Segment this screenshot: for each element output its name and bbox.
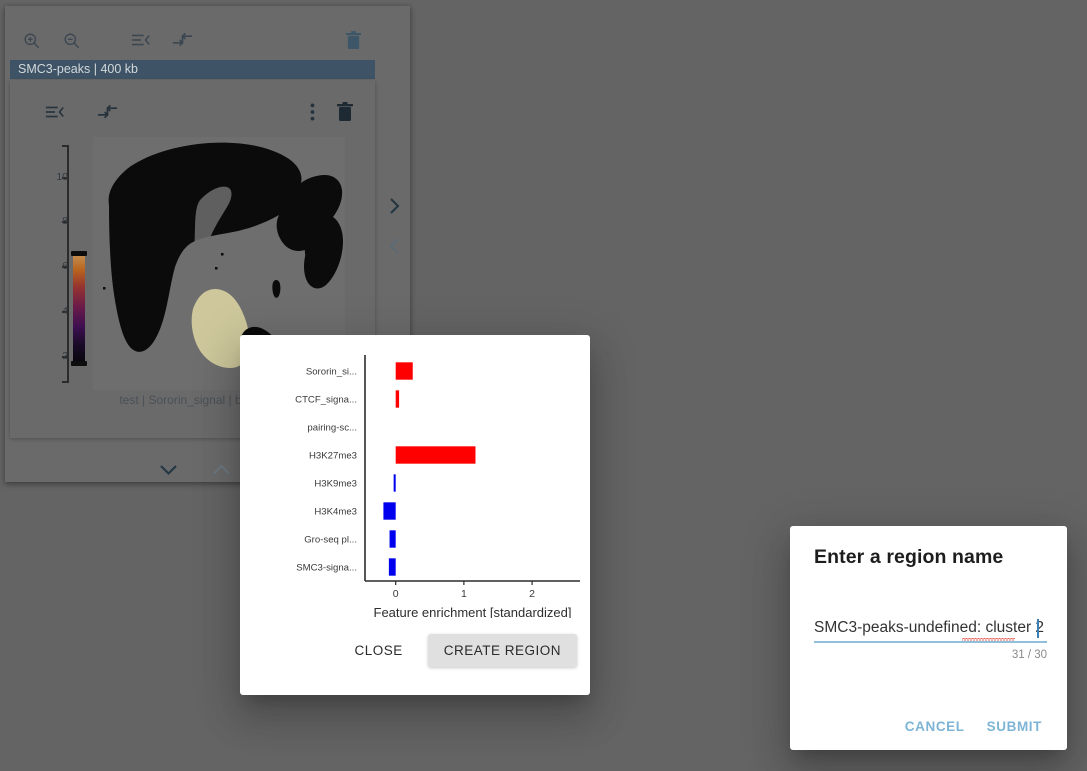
previous-chevron-icon[interactable] [381, 232, 409, 260]
input-underline [814, 641, 1047, 643]
submit-button[interactable]: SUBMIT [976, 711, 1053, 742]
y-tick-label: 6 [62, 260, 68, 272]
bar-chart-svg: Sororin_si... CTCF_signa... pairing-sc... H… [295, 355, 580, 618]
zoom-out-icon[interactable] [56, 25, 86, 55]
outer-toolbar [5, 6, 410, 53]
y-tick-label-wrap: 8 [30, 215, 68, 227]
y-tick-label: 4 [62, 305, 68, 317]
create-region-button[interactable]: CREATE REGION [427, 633, 577, 667]
chart-dialog-actions: CLOSE CREATE REGION [240, 623, 590, 677]
category-label: Sororin_si... [306, 367, 357, 378]
panel-title: SMC3-peaks | 400 kb [10, 60, 375, 79]
y-tick-label-wrap: 4 [30, 305, 68, 317]
cancel-button[interactable]: CANCEL [894, 711, 976, 742]
y-tick-label: 10 [56, 171, 68, 183]
y-axis-cap-bottom [62, 381, 69, 383]
scroll-up-chevron-icon[interactable] [206, 455, 236, 485]
category-label: pairing-sc... [307, 423, 357, 434]
category-label: H3K4me3 [314, 507, 357, 518]
x-tick-label: 2 [529, 588, 535, 600]
category-label: SMC3-signa... [296, 563, 357, 574]
region-name-dialog: Enter a region name 31 / 30 CANCEL SUBMI… [790, 526, 1067, 750]
feature-enrichment-chart: Sororin_si... CTCF_signa... pairing-sc... H… [240, 343, 590, 618]
category-label: H3K27me3 [309, 451, 357, 462]
bar [395, 390, 400, 408]
delete-icon[interactable] [338, 25, 368, 55]
screen-root: SMC3-peaks | 400 kb 10 8 6 4 2 test | So… [0, 0, 1087, 771]
y-tick-label: 8 [62, 215, 68, 227]
more-options-icon[interactable] [297, 97, 327, 127]
category-label: Gro-seq pl... [304, 535, 357, 546]
bar [395, 446, 476, 464]
y-tick-label: 2 [62, 350, 68, 362]
zoom-in-icon[interactable] [16, 25, 46, 55]
y-tick-label-wrap: 6 [30, 260, 68, 272]
y-tick-label-wrap: 2 [30, 350, 68, 362]
dialog-title: Enter a region name [814, 546, 1004, 568]
bar [383, 502, 396, 520]
feature-enrichment-dialog: Sororin_si... CTCF_signa... pairing-sc... H… [240, 335, 590, 695]
x-axis-label: Feature enrichment [standardized] [374, 605, 572, 618]
y-tick-label-wrap: 10 [30, 171, 68, 183]
scroll-down-chevron-icon[interactable] [153, 455, 183, 485]
color-scale-handle-max[interactable] [71, 251, 87, 256]
category-label: CTCF_signa... [295, 395, 357, 406]
list-collapse-icon[interactable] [126, 25, 156, 55]
spellcheck-underline [962, 637, 1015, 641]
bar [388, 558, 396, 576]
character-counter: 31 / 30 [1011, 649, 1047, 661]
close-button[interactable]: CLOSE [338, 634, 418, 667]
bar [389, 530, 396, 548]
text-caret [1037, 619, 1039, 638]
arrow-collapse-icon[interactable] [92, 97, 122, 127]
category-label: H3K9me3 [314, 479, 357, 490]
color-scale-bar[interactable] [73, 253, 85, 365]
color-scale-handle-min[interactable] [71, 361, 87, 366]
next-chevron-icon[interactable] [381, 192, 409, 220]
y-axis-cap-top [62, 145, 69, 147]
arrow-collapse-icon[interactable] [167, 25, 197, 55]
region-name-actions: CANCEL SUBMIT [790, 711, 1067, 742]
bar [395, 362, 413, 380]
x-tick-label: 0 [393, 588, 399, 600]
track-toolbar [10, 80, 375, 125]
x-tick-label: 1 [461, 588, 467, 600]
list-collapse-icon[interactable] [40, 97, 70, 127]
delete-icon[interactable] [330, 97, 360, 127]
bar [393, 474, 396, 492]
